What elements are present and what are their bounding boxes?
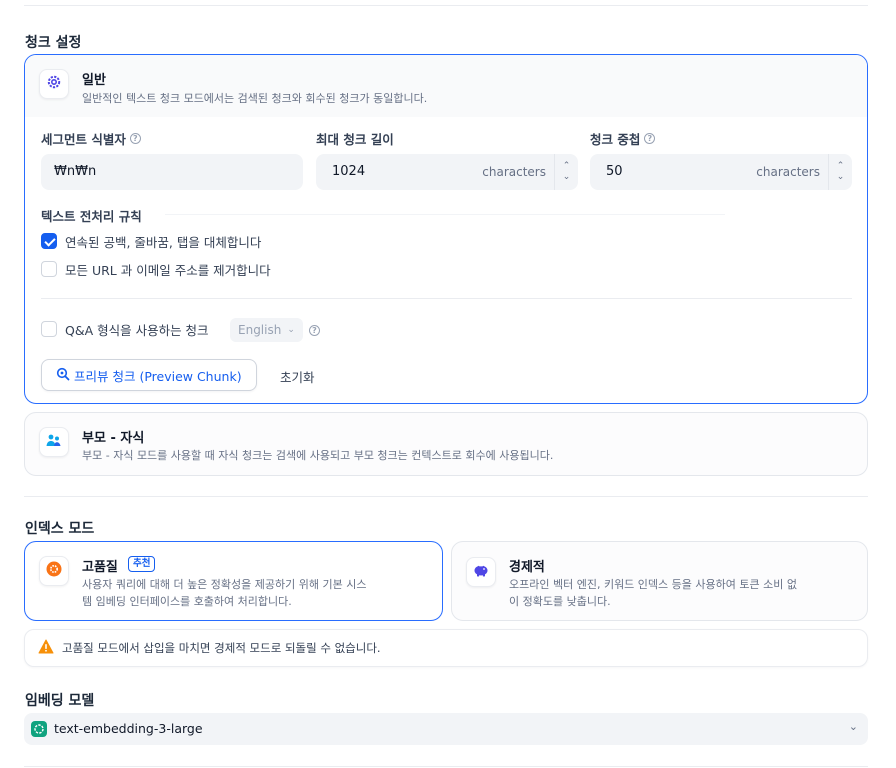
economical-description-line1: 오프라인 벡터 엔진, 키워드 인덱스 등을 사용하여 토큰 소비 없: [509, 578, 797, 591]
economical-title: 경제적: [509, 560, 545, 575]
url-rule-label[interactable]: 모든 URL 과 이메일 주소를 제거합니다: [65, 260, 271, 279]
general-title: 일반: [82, 73, 106, 88]
gear-icon: [46, 74, 62, 94]
segment-id-input[interactable]: ₩n₩n: [41, 154, 303, 190]
index-mode-warning: 고품질 모드에서 삽입을 마치면 경제적 모드로 되돌릴 수 없습니다.: [24, 629, 868, 667]
overlap-value: 50: [606, 164, 623, 179]
economical-card[interactable]: 경제적 오프라인 벡터 엔진, 키워드 인덱스 등을 사용하여 토큰 소비 없 …: [451, 541, 868, 621]
high-quality-card[interactable]: 고품질 추천 사용자 쿼리에 대해 더 높은 정확성을 제공하기 위해 기본 시…: [24, 541, 443, 621]
economical-description-line2: 이 정확도를 낮춥니다.: [509, 595, 611, 608]
parent-child-card[interactable]: 부모 - 자식 부모 - 자식 모드를 사용할 때 자식 청크는 검색에 사용되…: [24, 412, 868, 476]
help-icon[interactable]: ?: [309, 325, 320, 336]
overlap-label-text: 청크 중첩: [590, 132, 641, 147]
high-quality-title: 고품질: [82, 560, 118, 575]
overlap-stepper[interactable]: ⌃ ⌄: [828, 154, 852, 190]
stepper-up-icon[interactable]: ⌃: [563, 161, 571, 172]
general-icon-box: [39, 69, 69, 99]
help-icon[interactable]: ?: [644, 133, 656, 144]
qa-language-value: English: [238, 323, 282, 337]
segment-id-value: ₩n₩n: [54, 164, 97, 179]
stepper-down-icon[interactable]: ⌄: [563, 172, 571, 183]
help-icon[interactable]: ?: [129, 133, 141, 144]
recommended-badge: 추천: [128, 556, 156, 572]
qa-language-select[interactable]: English ⌄: [230, 318, 303, 342]
high-quality-icon: [45, 560, 63, 582]
general-card-header: [25, 55, 867, 117]
overlap-unit: characters: [756, 165, 820, 179]
overlap-label: 청크 중첩 ?: [590, 129, 656, 148]
embedding-model-title: 임베딩 모델: [25, 693, 95, 709]
general-description: 일반적인 텍스트 청크 모드에서는 검색된 청크와 회수된 청크가 동일합니다.: [82, 92, 428, 105]
warning-icon: [38, 639, 54, 657]
general-chunk-card[interactable]: 일반 일반적인 텍스트 청크 모드에서는 검색된 청크와 회수된 청크가 동일합…: [24, 54, 868, 404]
preprocess-title: 텍스트 전처리 규칙: [41, 209, 142, 224]
embedding-model-value: text-embedding-3-large: [54, 721, 203, 736]
reset-button[interactable]: 초기화: [280, 367, 315, 386]
max-length-value: 1024: [332, 164, 366, 179]
url-rule-checkbox[interactable]: [41, 261, 57, 277]
max-length-stepper[interactable]: ⌃ ⌄: [554, 154, 578, 190]
max-length-label: 최대 청크 길이: [316, 129, 394, 148]
high-quality-description-line1: 사용자 쿼리에 대해 더 높은 정확성을 제공하기 위해 기본 시스: [82, 578, 367, 591]
segment-id-label: 세그먼트 식별자 ?: [41, 129, 141, 148]
whitespace-rule-label[interactable]: 연속된 공백, 줄바꿈, 탭을 대체합니다: [65, 232, 261, 251]
chevron-down-icon: ⌄: [287, 325, 295, 335]
preview-chunk-button[interactable]: 프리뷰 청크 (Preview Chunk): [41, 359, 257, 391]
chevron-down-icon: ⌄: [848, 720, 858, 733]
warning-text: 고품질 모드에서 삽입을 마치면 경제적 모드로 되돌릴 수 없습니다.: [62, 641, 381, 655]
parent-child-icon: [45, 432, 63, 452]
high-quality-icon-box: [39, 556, 69, 586]
preview-search-icon: [56, 367, 70, 384]
qa-divider: [41, 298, 852, 299]
qa-label[interactable]: Q&A 형식을 사용하는 청크: [65, 320, 209, 339]
parent-child-description: 부모 - 자식 모드를 사용할 때 자식 청크는 검색에 사용되고 부모 청크는…: [82, 449, 554, 462]
embedding-model-select[interactable]: text-embedding-3-large ⌄: [24, 713, 868, 745]
openai-icon: [31, 721, 47, 740]
top-divider: [24, 5, 868, 6]
high-quality-description-line2: 템 임베딩 인터페이스를 호출하여 처리합니다.: [82, 595, 292, 608]
preview-chunk-label: 프리뷰 청크 (Preview Chunk): [74, 368, 242, 384]
max-length-unit: characters: [482, 165, 546, 179]
max-length-input[interactable]: 1024 characters ⌃ ⌄: [316, 154, 578, 190]
index-mode-title: 인덱스 모드: [25, 521, 95, 537]
chunk-settings-title: 청크 설정: [25, 35, 82, 51]
section-divider: [24, 496, 868, 497]
qa-checkbox[interactable]: [41, 321, 57, 337]
bottom-divider: [24, 766, 868, 767]
stepper-down-icon[interactable]: ⌄: [837, 172, 845, 183]
economical-icon-box: [466, 557, 496, 587]
overlap-input[interactable]: 50 characters ⌃ ⌄: [590, 154, 852, 190]
max-length-label-text: 최대 청크 길이: [316, 132, 394, 147]
segment-id-label-text: 세그먼트 식별자: [41, 132, 126, 147]
whitespace-rule-checkbox[interactable]: [41, 233, 57, 249]
preprocess-title-divider: [165, 214, 725, 215]
stepper-up-icon[interactable]: ⌃: [837, 161, 845, 172]
parent-child-title: 부모 - 자식: [82, 431, 145, 446]
piggy-bank-icon: [472, 562, 490, 582]
parent-child-icon-box: [39, 427, 69, 457]
